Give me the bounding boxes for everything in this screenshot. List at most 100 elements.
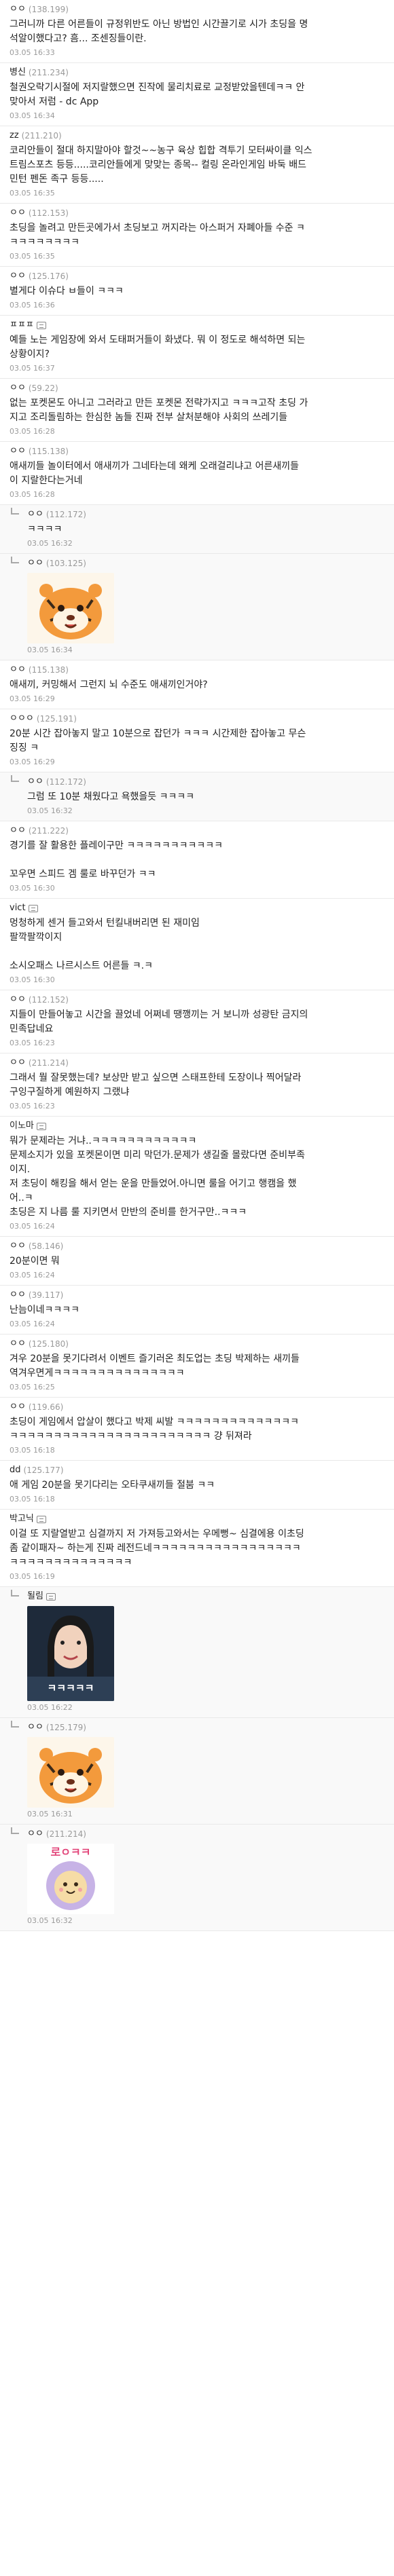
comment-text: 초딩을 놀려고 만든곳에가서 초딩보고 꺼지라는 아스퍼거 자폐아들 수준 ㅋㅋ… <box>10 221 386 250</box>
reply-item: 될림 ㅋㅋㅋㅋㅋ 03.05 16:22 <box>0 1587 394 1718</box>
comment-text: ㅋㅋㅋㅋ <box>27 523 386 537</box>
comment-timestamp: 03.05 16:24 <box>10 1271 55 1280</box>
photo-sticker-caption: ㅋㅋㅋㅋㅋ <box>47 1683 94 1694</box>
comment-item: ㅍㅍㅍ 예들 노는 게임장에 와서 도태퍼거들이 화냈다. 뭐 이 정도로 해석하… <box>0 316 394 379</box>
comment-text: 애새끼들 놀이터에서 애새끼가 그네타는데 왜케 오래걸리냐고 어른새끼들 이 지… <box>10 460 386 488</box>
comment-timestamp: 03.05 16:24 <box>10 1320 55 1328</box>
comment-header: ㅇㅇ (112.152) <box>10 994 386 1006</box>
reply-arrow-icon <box>11 775 19 782</box>
comment-text-line: 철권오락기시절에 저지랄했으면 진작에 물리치료로 교정받았을텐데ㅋㅋ 안 <box>10 82 305 93</box>
tiger-sticker-image[interactable] <box>27 1737 114 1808</box>
comment-text-line: 애새끼, 커밍해서 그런지 뇌 수준도 애새끼인거야? <box>10 679 208 690</box>
comment-nickname[interactable]: vict <box>10 902 26 914</box>
comment-text-line: 상황이지? <box>10 349 50 360</box>
comment-item: ㅇㅇ (211.214) 그래서 뭘 잘못했는데? 보상만 받고 싶으면 스태프한테… <box>0 1053 394 1117</box>
comment-item: ㅇㅇ (59.22) 없는 포켓몬도 아니고 그러라고 만든 포켓몬 전략가지고 ㅋ… <box>0 379 394 442</box>
comment-item: dd (125.177) 애 게임 20분을 못기다리는 오타쿠새끼들 절붐 ㅋㅋ 0… <box>0 1461 394 1510</box>
comment-header: ㅇㅇ (125.176) <box>10 270 386 282</box>
comment-nickname[interactable]: ㅇㅇ <box>10 1240 26 1252</box>
reply-arrow-icon <box>11 557 19 563</box>
comment-text: 난늠이네ㅋㅋㅋㅋ <box>10 1303 386 1318</box>
comment-nickname[interactable]: ㅇㅇ <box>10 207 26 219</box>
comment-text-line: 뭐가 문제라는 거냐..ㅋㅋㅋㅋㅋㅋㅋㅋㅋㅋㅋㅋ <box>10 1136 197 1146</box>
comment-nickname[interactable]: ㅇㅇ <box>10 1289 26 1301</box>
comment-text-line: 민턴 펜돈 족구 등등..... <box>10 174 104 185</box>
comment-text-line: ㅋㅋㅋㅋ <box>27 524 62 535</box>
comment-text: 예들 노는 게임장에 와서 도태퍼거들이 화냈다. 뭐 이 정도로 해석하면 되… <box>10 333 386 362</box>
comment-ip: (39.117) <box>28 1290 64 1300</box>
comment-nickname[interactable]: ㅇㅇ <box>10 1057 26 1069</box>
comment-item: ㅇㅇ (115.138) 애새끼, 커밍해서 그런지 뇌 수준도 애새끼인거야? 03… <box>0 660 394 709</box>
comment-timestamp: 03.05 16:24 <box>10 1222 55 1231</box>
comment-nickname[interactable]: ㅇㅇ <box>10 1338 26 1350</box>
comment-nickname[interactable]: dd <box>10 1464 21 1476</box>
comment-text-line: 별게다 이슈다 ㅂ들이 ㅋㅋㅋ <box>10 286 124 297</box>
comment-nickname[interactable]: ㅇㅇ <box>27 1721 43 1734</box>
comment-item: ㅇㅇ (39.117) 난늠이네ㅋㅋㅋㅋ 03.05 16:24 <box>0 1286 394 1334</box>
comment-nickname[interactable]: 박고닉 <box>10 1513 34 1525</box>
comment-ip: (125.191) <box>36 714 77 724</box>
comment-text-line: 이지. <box>10 1164 31 1175</box>
comment-nickname[interactable]: ㅇㅇ <box>10 270 26 282</box>
comment-nickname[interactable]: ㅇㅇ <box>27 776 43 788</box>
comment-text: 그럼 또 10분 채웠다고 욕했을듯 ㅋㅋㅋㅋ <box>27 790 386 804</box>
comment-nickname[interactable]: ㅇㅇ <box>10 445 26 458</box>
comment-item: ㅇㅇ (115.138) 애새끼들 놀이터에서 애새끼가 그네타는데 왜케 오래걸리… <box>0 442 394 505</box>
comment-header: ㅇㅇ (138.199) <box>10 3 386 16</box>
comment-text-line: 어..ㅋ <box>10 1193 33 1203</box>
lion-sticker-image[interactable]: 로ㅇㅋㅋ <box>27 1844 114 1914</box>
comment-nickname[interactable]: ㅇㅇ <box>10 994 26 1006</box>
comment-header: 이노마 <box>10 1120 386 1132</box>
comment-text-line: 난늠이네ㅋㅋㅋㅋ <box>10 1305 80 1315</box>
comment-ip: (125.179) <box>46 1723 86 1732</box>
comment-ip: (138.199) <box>28 5 69 14</box>
comment-item: ㅇㅇ (119.66) 초딩이 게임에서 압살이 했다고 박제 씨발 ㅋㅋㅋㅋㅋㅋㅋ… <box>0 1398 394 1461</box>
comment-text: 멍청하게 센거 들고와서 턴킬내버리면 된 재미임 팔깍팔깍이지 소시오패스 나르… <box>10 916 386 973</box>
comment-nickname[interactable]: ㅇㅇ <box>10 3 26 16</box>
comment-nickname[interactable]: ㅇㅇ <box>27 1828 43 1840</box>
comment-text-line: 지들이 만들어놓고 시간을 끌었네 어쩌네 땡깽끼는 거 보니까 성광탄 금지의 <box>10 1009 308 1020</box>
reply-item: ㅇㅇ (112.172) 그럼 또 10분 채웠다고 욕했을듯 ㅋㅋㅋㅋ 03.05 … <box>0 772 394 821</box>
comment-nickname[interactable]: ㅇㅇ <box>10 825 26 837</box>
comment-nickname[interactable]: ㅇㅇ <box>10 382 26 394</box>
comment-text-line: 초딩은 지 나름 룰 지키면서 만반의 준비를 한거구만..ㅋㅋㅋ <box>10 1207 247 1218</box>
comment-text: 뭐가 문제라는 거냐..ㅋㅋㅋㅋㅋㅋㅋㅋㅋㅋㅋㅋ 문제소지가 있을 포켓몬이면 미… <box>10 1134 386 1220</box>
fixed-nick-badge-icon <box>36 321 46 329</box>
reply-arrow-icon <box>11 1721 19 1728</box>
comment-nickname[interactable]: ㅍㅍㅍ <box>10 319 34 331</box>
comment-header: ㅇㅇ (58.146) <box>10 1240 386 1252</box>
comment-item: zz (211.210) 코리안들이 절대 하지말아야 할것~~농구 육상 힙합 격… <box>0 126 394 204</box>
comment-text-line: 저 초딩이 해킹을 해서 얻는 운을 만들었어.아니면 룰을 어기고 행캠을 했 <box>10 1178 297 1189</box>
comment-nickname[interactable]: 될림 <box>27 1590 43 1603</box>
comment-text-line: 애새끼들 놀이터에서 애새끼가 그네타는데 왜케 오래걸리냐고 어른새끼들 <box>10 461 299 472</box>
comment-timestamp: 03.05 16:35 <box>10 189 55 198</box>
comment-text: 그래서 뭘 잘못했는데? 보상만 받고 싶으면 스태프한테 도장이나 찍어달라 구… <box>10 1071 386 1100</box>
comment-text: 철권오락기시절에 저지랄했으면 진작에 물리치료로 교정받았을텐데ㅋㅋ 안 맞아서… <box>10 81 386 109</box>
tiger-sticker-image[interactable] <box>27 573 114 643</box>
photo-sticker-image[interactable]: ㅋㅋㅋㅋㅋ <box>27 1606 114 1701</box>
comment-header: ㅇㅇ (112.172) <box>27 776 386 788</box>
comment-nickname[interactable]: ㅇㅇ <box>10 664 26 676</box>
comment-header: 박고닉 <box>10 1513 386 1525</box>
comment-header: ㅇㅇ (39.117) <box>10 1289 386 1301</box>
comment-nickname[interactable]: ㅇㅇ <box>27 508 43 521</box>
comment-nickname[interactable]: 이노마 <box>10 1120 34 1132</box>
comment-ip: (211.222) <box>28 826 69 836</box>
comment-text: 20분 시간 잡아놓지 말고 10분으로 잡던가 ㅋㅋㅋ 시간제한 잡아놓고 무… <box>10 727 386 755</box>
comment-header: 병신 (211.234) <box>10 67 386 79</box>
comment-text-line <box>10 853 386 867</box>
comment-nickname[interactable]: ㅇㅇ <box>27 557 43 570</box>
comment-nickname[interactable]: 병신 <box>10 67 26 79</box>
comment-nickname[interactable]: ㅇㅇ <box>10 1401 26 1413</box>
comment-text-line: 20분이면 뭐 <box>10 1256 60 1267</box>
comment-text-line: 문제소지가 있을 포켓몬이면 미리 막던가.문제가 생길줄 몰랐다면 준비부족 <box>10 1150 305 1161</box>
fixed-nick-badge-icon <box>36 1122 46 1130</box>
comment-ip: (112.172) <box>46 777 86 787</box>
comment-nickname[interactable]: ㅇㅇㅇ <box>10 713 34 725</box>
comment-text-line: 코리안들이 절대 하지말아야 할것~~농구 육상 힙합 격투기 모터싸이클 익스 <box>10 145 312 156</box>
fixed-nick-badge-icon <box>36 1515 46 1523</box>
comment-text-line <box>10 945 386 959</box>
comment-nickname[interactable]: zz <box>10 130 19 142</box>
comment-timestamp: 03.05 16:28 <box>10 427 55 436</box>
fixed-nick-badge-icon <box>46 1592 56 1601</box>
